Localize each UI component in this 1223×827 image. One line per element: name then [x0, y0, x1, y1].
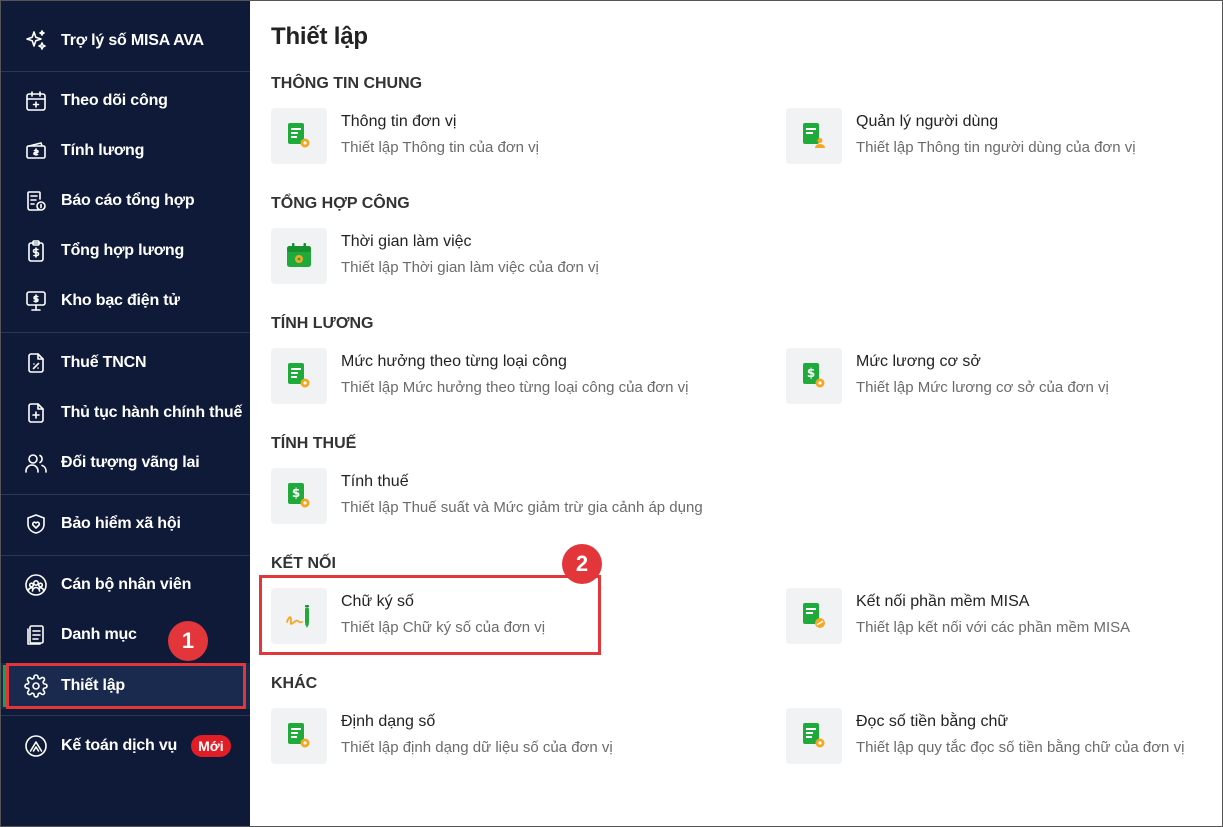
page-title: Thiết lập — [271, 23, 368, 50]
card-desc: Thiết lập Mức lương cơ sở của đơn vị — [856, 379, 1109, 396]
card-desc: Thiết lập kết nối với các phần mềm MISA — [856, 619, 1131, 636]
card-title: Tính thuế — [341, 473, 409, 490]
card-amount-in-words[interactable]: Đọc số tiền bằng chữ Thiết lập quy tắc đọ… — [786, 708, 1184, 768]
sidebar-item-label: Danh mục — [61, 626, 137, 643]
tax-doc-icon — [23, 350, 49, 376]
sidebar-item-label: Tổng hợp lương — [61, 242, 185, 259]
sidebar-item-payroll[interactable]: Tính lương — [1, 126, 250, 176]
card-desc: Thiết lập định dạng dữ liệu số của đơn v… — [341, 739, 613, 756]
sidebar-item-service-accounting[interactable]: Kế toán dịch vụ Mới — [1, 721, 250, 771]
sidebar-item-label: Thuế TNCN — [61, 354, 147, 371]
card-title: Định dạng số — [341, 713, 436, 730]
group-icon — [23, 572, 49, 598]
section-title-tax: TÍNH THUẾ — [271, 435, 357, 452]
doc-gear-icon — [271, 348, 327, 404]
doc-gear-icon — [786, 708, 842, 764]
section-title-general: THÔNG TIN CHUNG — [271, 75, 423, 92]
sidebar-item-salary-summary[interactable]: Tổng hợp lương — [1, 226, 250, 276]
card-title: Thời gian làm việc — [341, 233, 472, 250]
sidebar-item-label: Tính lương — [61, 142, 145, 159]
card-desc: Thiết lập Thông tin của đơn vị — [341, 139, 540, 156]
money-icon — [23, 138, 49, 164]
sidebar-item-catalog[interactable]: Danh mục — [1, 610, 250, 660]
sidebar-item-label: Trợ lý số MISA AVA — [61, 32, 204, 49]
sidebar-item-label: Đối tượng vãng lai — [61, 454, 200, 471]
sidebar-divider — [1, 555, 250, 556]
sidebar-item-treasury[interactable]: Kho bạc điện tử — [1, 276, 250, 326]
section-title-timekeeping: TỔNG HỢP CÔNG — [271, 195, 410, 212]
doc-gear-icon — [271, 708, 327, 764]
section-title-payroll: TÍNH LƯƠNG — [271, 315, 374, 332]
settings-page: Thiết lập THÔNG TIN CHUNG Thông tin đơn … — [251, 1, 1222, 826]
sidebar-item-pit[interactable]: Thuế TNCN — [1, 338, 250, 388]
calendar-icon — [23, 88, 49, 114]
sidebar-item-summary-report[interactable]: Báo cáo tổng hợp — [1, 176, 250, 226]
doc-user-icon — [786, 108, 842, 164]
card-title: Đọc số tiền bằng chữ — [856, 713, 1009, 730]
section-title-other: KHÁC — [271, 675, 318, 692]
doc-dollar-gear-icon: $ — [786, 348, 842, 404]
highlight-digital-signature — [259, 575, 601, 655]
card-desc: Thiết lập Mức hưởng theo từng loại công … — [341, 379, 689, 396]
highlight-settings — [6, 663, 246, 709]
sidebar-item-label: Bảo hiểm xã hội — [61, 515, 181, 532]
sidebar-item-label: Cán bộ nhân viên — [61, 576, 192, 593]
card-title: Quản lý người dùng — [856, 113, 999, 130]
card-title: Mức lương cơ sở — [856, 353, 981, 370]
monitor-dollar-icon — [23, 288, 49, 314]
step-badge-1: 1 — [168, 621, 208, 661]
clipboard-dollar-icon — [23, 238, 49, 264]
sidebar-divider — [1, 71, 250, 72]
doc-gear-icon — [271, 108, 327, 164]
section-title-connection: KẾT NỐI — [271, 555, 336, 572]
doc-link-icon — [786, 588, 842, 644]
card-unit-info[interactable]: Thông tin đơn vị Thiết lập Thông tin của … — [271, 108, 539, 168]
card-misa-connection[interactable]: Kết nối phần mềm MISA Thiết lập kết nối v… — [786, 588, 1130, 648]
card-work-type-rate[interactable]: Mức hưởng theo từng loại công Thiết lập M… — [271, 348, 688, 408]
step-badge-2: 2 — [562, 544, 602, 584]
sidebar-item-label: Thủ tục hành chính thuế — [61, 404, 243, 421]
doc-plus-icon — [23, 400, 49, 426]
users-icon — [23, 450, 49, 476]
sidebar-divider — [1, 494, 250, 495]
card-title: Mức hưởng theo từng loại công — [341, 353, 567, 370]
card-base-salary[interactable]: $ Mức lương cơ sở Thiết lập Mức lương cơ … — [786, 348, 1109, 408]
sidebar-item-ava[interactable]: Trợ lý số MISA AVA — [1, 16, 250, 66]
card-desc: Thiết lập Thuế suất và Mức giảm trừ gia … — [341, 499, 703, 516]
accounting-logo-icon — [23, 733, 49, 759]
doc-dollar-gear-icon: $ — [271, 468, 327, 524]
sidebar-item-label: Theo dõi công — [61, 92, 168, 109]
card-desc: Thiết lập Thông tin người dùng của đơn v… — [856, 139, 1136, 156]
card-title: Thông tin đơn vị — [341, 113, 457, 130]
shield-heart-icon — [23, 511, 49, 537]
card-desc: Thiết lập Thời gian làm việc của đơn vị — [341, 259, 599, 276]
sidebar-divider — [1, 332, 250, 333]
card-title: Kết nối phần mềm MISA — [856, 593, 1030, 610]
card-tax-calculation[interactable]: $ Tính thuế Thiết lập Thuế suất và Mức gi… — [271, 468, 703, 528]
sparkle-icon — [23, 28, 49, 54]
sidebar-item-label: Kho bạc điện tử — [61, 292, 180, 309]
sidebar-item-tax-procedures[interactable]: Thủ tục hành chính thuế — [1, 388, 250, 438]
sidebar-item-label: Kế toán dịch vụ — [61, 737, 178, 754]
sidebar-item-social-insurance[interactable]: Bảo hiểm xã hội — [1, 499, 250, 549]
sidebar-item-employees[interactable]: Cán bộ nhân viên — [1, 560, 250, 610]
calendar-gear-icon — [271, 228, 327, 284]
sidebar-item-label: Báo cáo tổng hợp — [61, 192, 195, 209]
card-user-management[interactable]: Quản lý người dùng Thiết lập Thông tin ng… — [786, 108, 1136, 168]
card-desc: Thiết lập quy tắc đọc số tiền bằng chữ c… — [856, 739, 1185, 756]
sidebar-item-timekeeping[interactable]: Theo dõi công — [1, 76, 250, 126]
sidebar-divider — [1, 715, 250, 716]
card-number-format[interactable]: Định dạng số Thiết lập định dạng dữ liệu … — [271, 708, 613, 768]
sidebar-item-casual-workers[interactable]: Đối tượng vãng lai — [1, 438, 250, 488]
svg-text:$: $ — [292, 486, 300, 500]
card-working-time[interactable]: Thời gian làm việc Thiết lập Thời gian là… — [271, 228, 599, 288]
new-badge: Mới — [191, 735, 231, 757]
list-doc-icon — [23, 622, 49, 648]
svg-text:$: $ — [807, 366, 815, 380]
report-icon — [23, 188, 49, 214]
